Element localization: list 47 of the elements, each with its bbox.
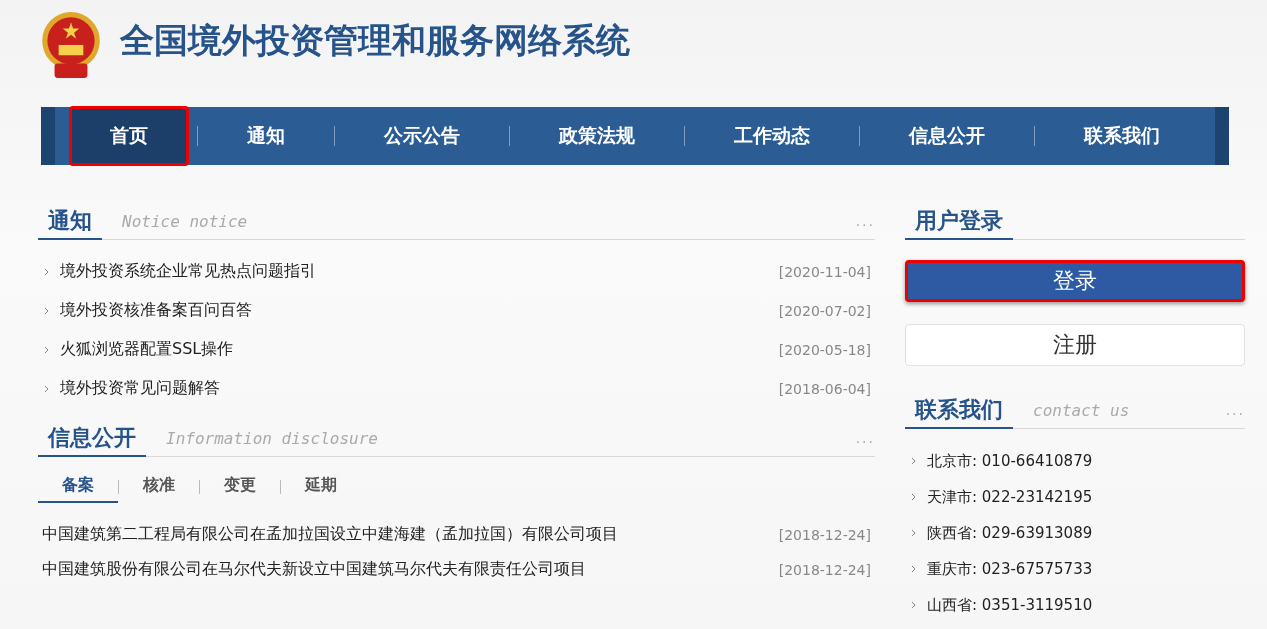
contact-text: 北京市: 010-66410879 [927, 451, 1093, 471]
date-text: [2018-12-24] [778, 561, 872, 578]
section-title: 通知 [38, 203, 102, 240]
category-tab[interactable]: 变更 [200, 471, 280, 503]
chevron-icon [911, 601, 917, 609]
section-title: 联系我们 [905, 392, 1013, 429]
category-tab[interactable]: 核准 [119, 471, 199, 503]
section-subtitle: Notice notice [122, 211, 248, 231]
project-link[interactable]: 中国建筑第二工程局有限公司在孟加拉国设立中建海建（孟加拉国）有限公司项目 [42, 524, 618, 545]
chevron-icon [44, 306, 50, 315]
chevron-icon [44, 384, 50, 393]
date-text: [2020-05-18] [778, 341, 872, 358]
login-button[interactable]: 登录 [905, 260, 1245, 302]
register-button[interactable]: 注册 [905, 324, 1245, 366]
chevron-icon [911, 457, 917, 465]
nav-tab[interactable]: 信息公开 [868, 106, 1026, 166]
chevron-icon [911, 493, 917, 501]
section-subtitle: contact us [1033, 400, 1130, 420]
notice-link[interactable]: 火狐浏览器配置SSL操作 [60, 339, 234, 360]
notice-link[interactable]: 境外投资系统企业常见热点问题指引 [60, 261, 316, 282]
section-subtitle: Information disclosure [166, 428, 378, 448]
project-link[interactable]: 中国建筑股份有限公司在马尔代夫新设立中国建筑马尔代夫有限责任公司项目 [42, 559, 586, 580]
notice-link[interactable]: 境外投资常见问题解答 [60, 378, 220, 399]
section-title: 用户登录 [905, 203, 1013, 240]
date-text: [2018-06-04] [778, 380, 872, 397]
contact-text: 重庆市: 023-67575733 [927, 559, 1093, 579]
nav-tab[interactable]: 联系我们 [1043, 106, 1201, 166]
nav-tab[interactable]: 首页 [69, 106, 189, 166]
nav-tab[interactable]: 工作动态 [693, 106, 851, 166]
category-tab[interactable]: 备案 [38, 471, 118, 503]
date-text: [2018-12-24] [778, 526, 872, 543]
chevron-icon [911, 565, 917, 573]
chevron-icon [44, 345, 50, 354]
date-text: [2020-11-04] [778, 263, 872, 280]
contact-text: 天津市: 022-23142195 [927, 487, 1093, 507]
date-text: [2020-07-02] [778, 302, 872, 319]
chevron-icon [44, 267, 50, 276]
contact-text: 山西省: 0351-3119510 [927, 595, 1093, 615]
nav-tab[interactable]: 政策法规 [518, 106, 676, 166]
category-tab[interactable]: 延期 [281, 471, 361, 503]
notice-link[interactable]: 境外投资核准备案百问百答 [60, 300, 252, 321]
section-title: 信息公开 [38, 420, 146, 457]
chevron-icon [911, 529, 917, 537]
contact-text: 陕西省: 029-63913089 [927, 523, 1093, 543]
nav-tab[interactable]: 通知 [206, 106, 326, 166]
nav-tab[interactable]: 公示公告 [343, 106, 501, 166]
site-title: 全国境外投资管理和服务网络系统 [120, 18, 630, 62]
